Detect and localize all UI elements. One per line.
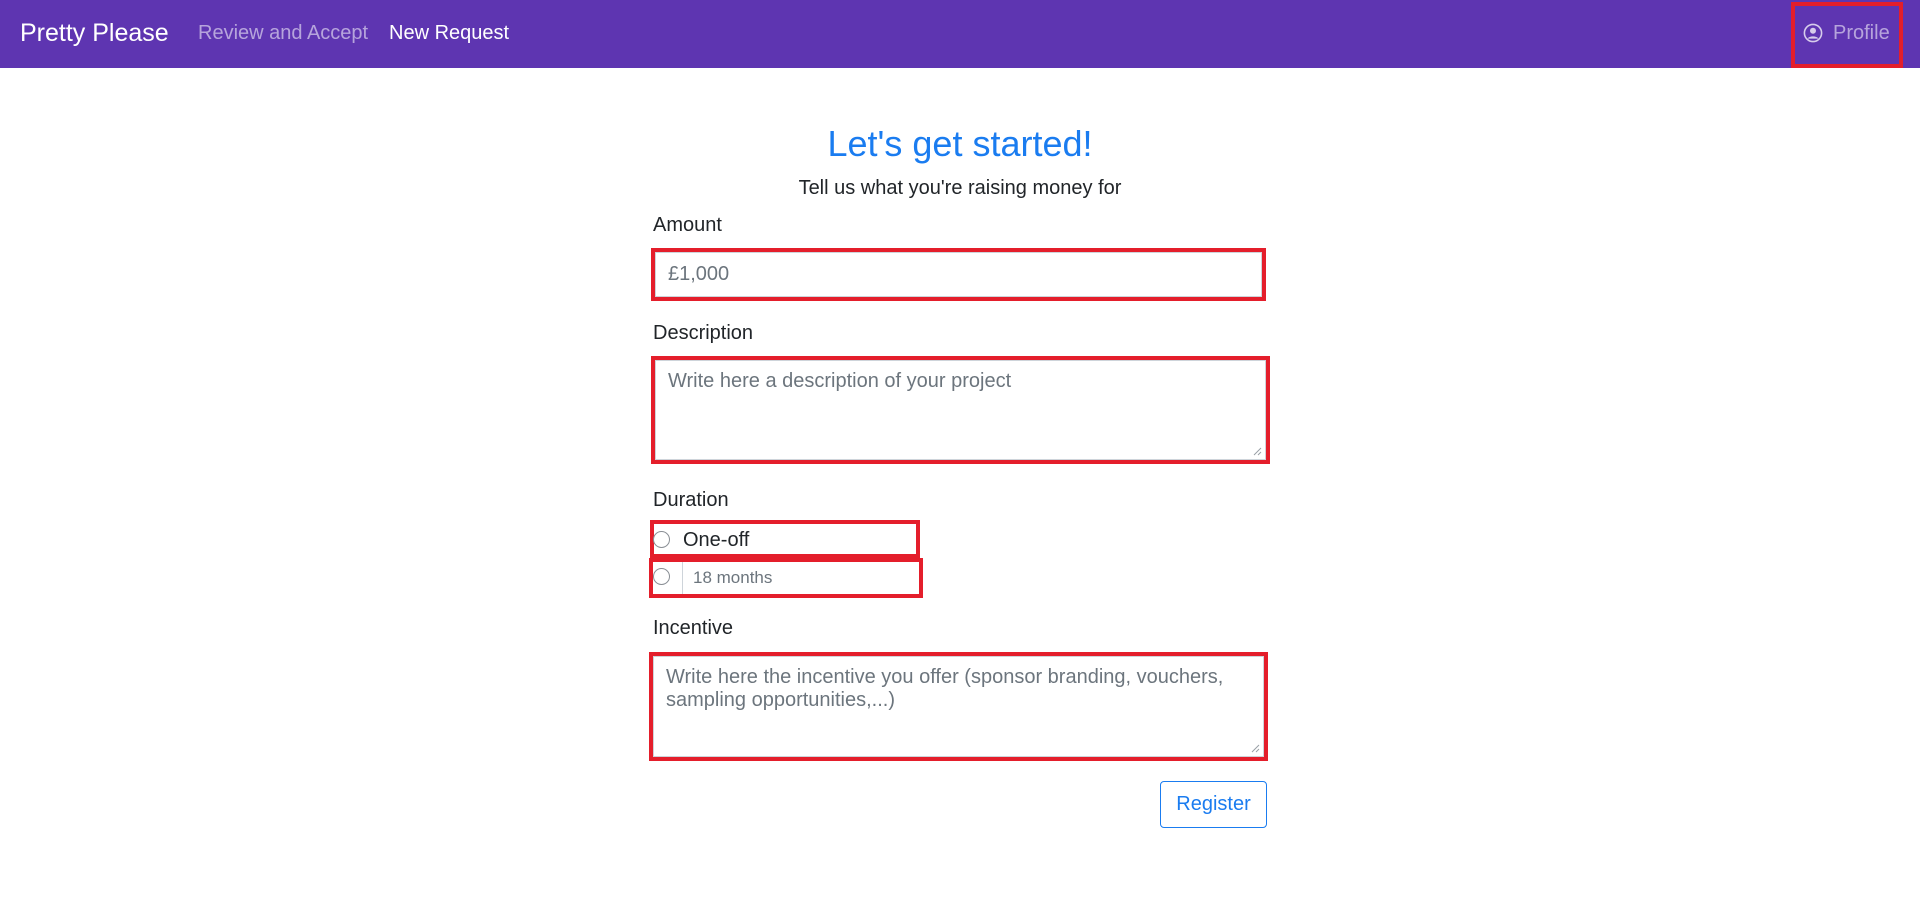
incentive-field <box>649 652 1268 761</box>
page-title: Let's get started! <box>827 123 1093 164</box>
incentive-label: Incentive <box>653 617 734 639</box>
description-field <box>651 356 1270 464</box>
description-textarea[interactable] <box>655 360 1266 460</box>
page-subtitle: Tell us what you're raising money for <box>798 177 1122 199</box>
brand-logo-text[interactable]: Pretty Please <box>20 19 169 47</box>
user-circle-icon <box>1803 23 1823 43</box>
profile-label: Profile <box>1833 22 1890 44</box>
duration-radio-months[interactable] <box>653 568 670 585</box>
amount-label: Amount <box>653 214 722 236</box>
top-navbar: Pretty Please Review and Accept New Requ… <box>0 0 1920 68</box>
amount-input[interactable] <box>655 252 1262 297</box>
duration-radio-one-off[interactable] <box>653 531 670 548</box>
incentive-textarea[interactable] <box>653 656 1264 757</box>
description-label: Description <box>653 322 754 344</box>
duration-label: Duration <box>653 489 729 511</box>
nav-link-review-and-accept[interactable]: Review and Accept <box>198 21 368 45</box>
register-button[interactable]: Register <box>1160 781 1267 828</box>
profile-link[interactable]: Profile <box>1803 21 1890 45</box>
nav-link-new-request[interactable]: New Request <box>389 21 509 45</box>
duration-option-one-off-label[interactable]: One-off <box>683 528 749 552</box>
amount-field <box>651 248 1266 301</box>
duration-months-input[interactable] <box>682 562 916 594</box>
